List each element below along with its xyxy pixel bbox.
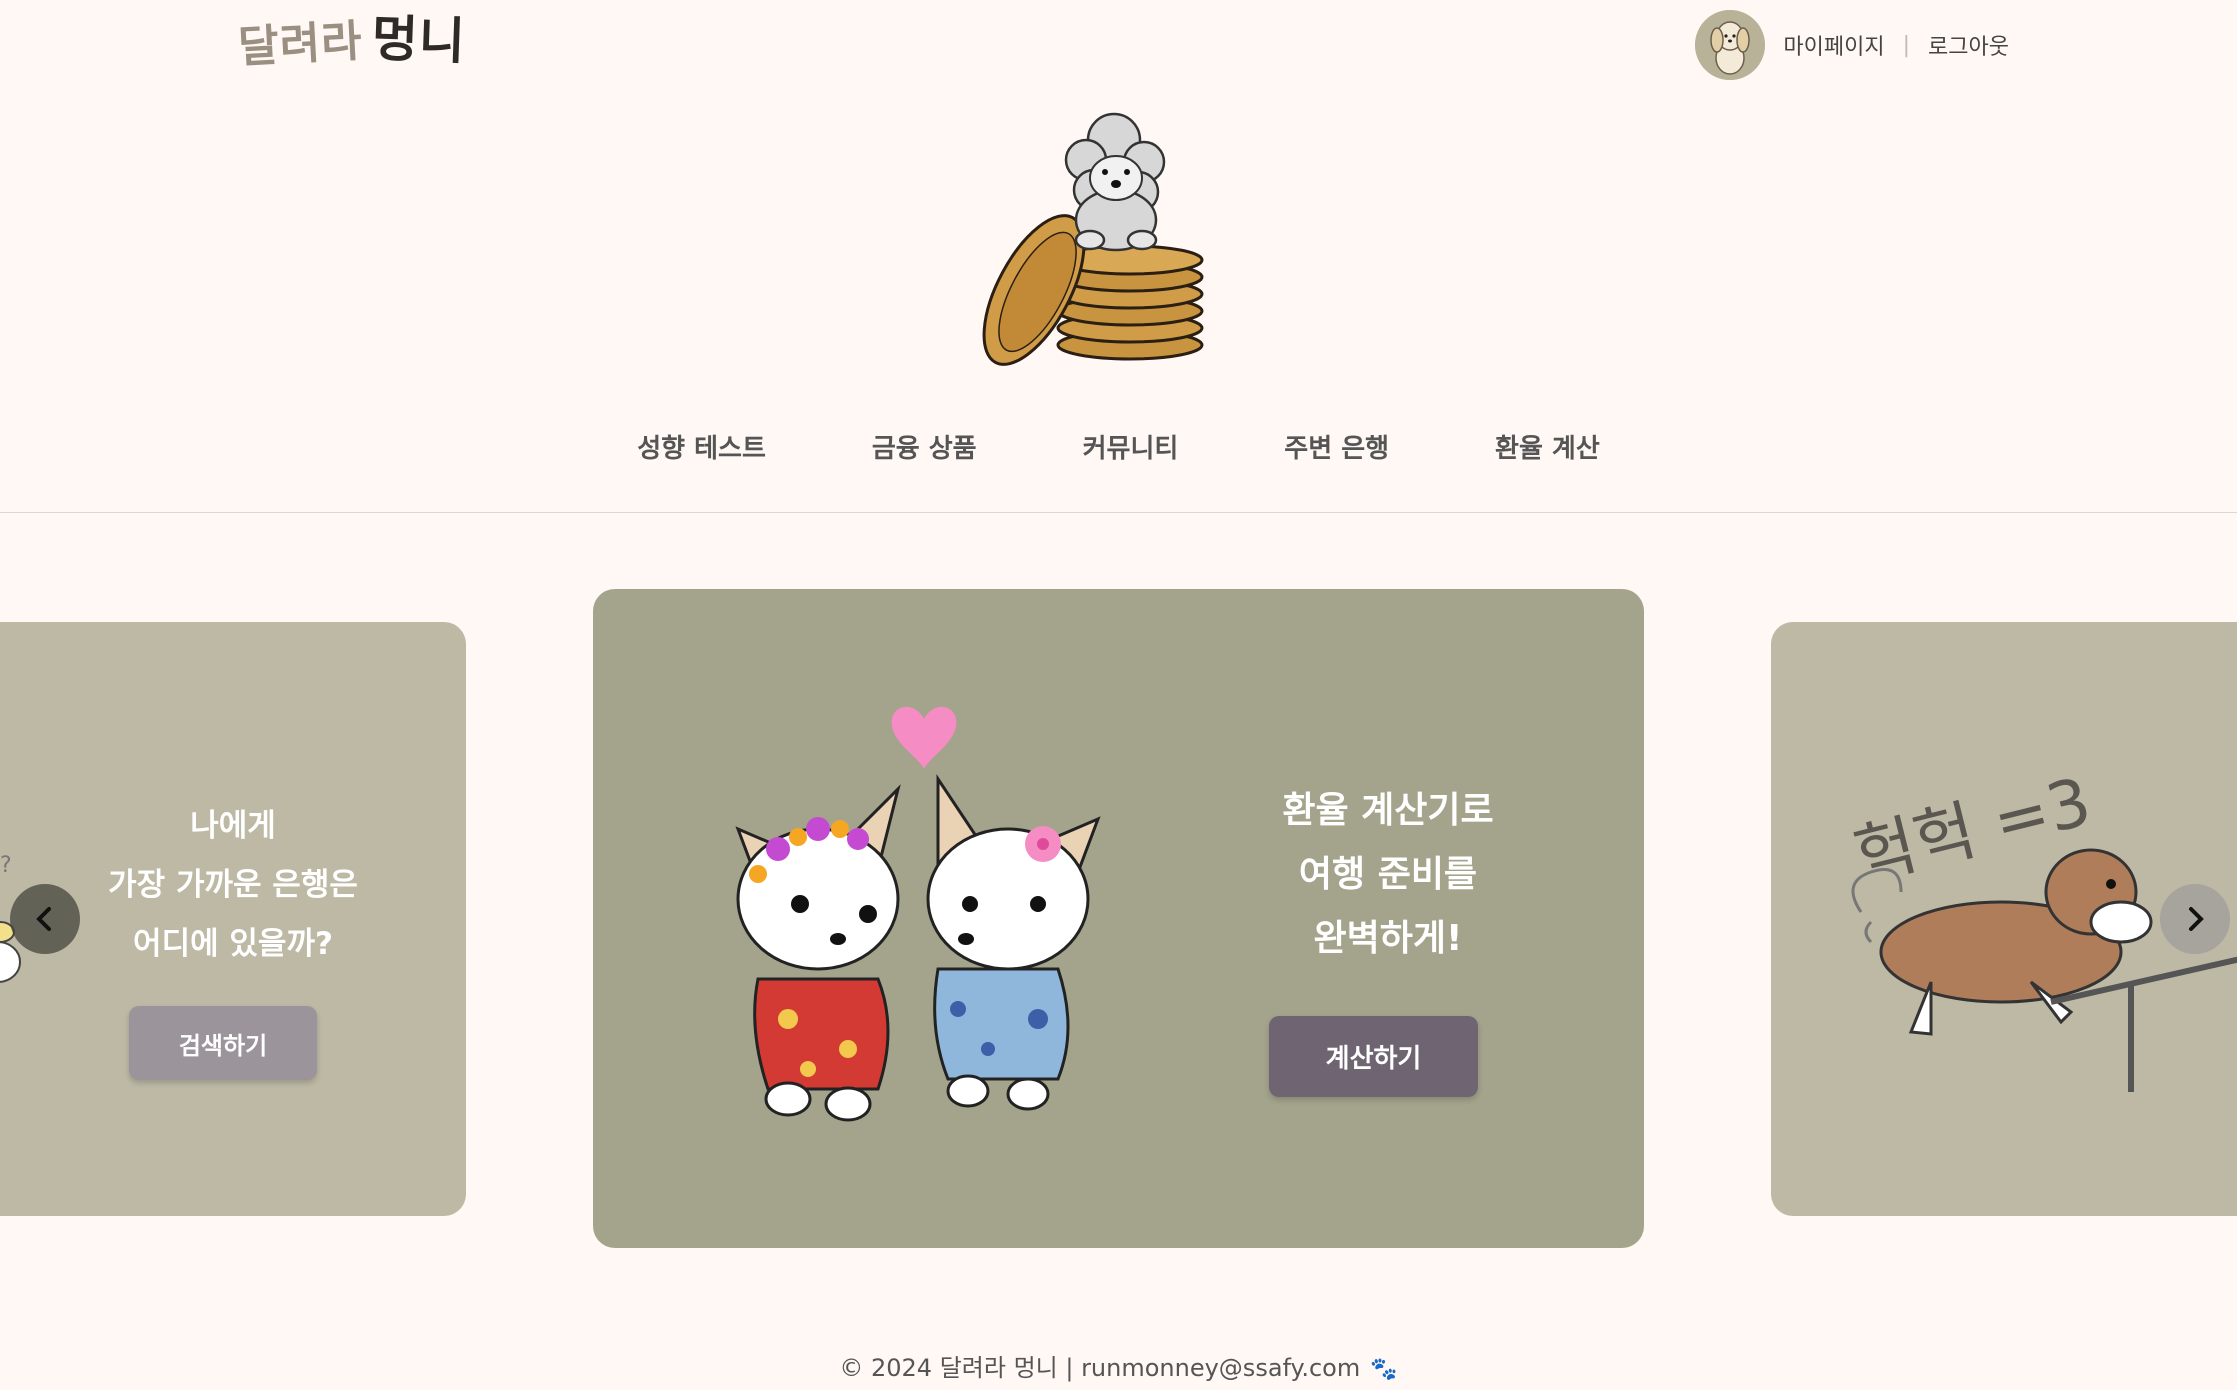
chevron-right-icon	[2189, 907, 2204, 931]
nav-item-personality-test[interactable]: 성향 테스트	[637, 424, 766, 469]
paw-icon: 🐾	[1370, 1357, 1398, 1382]
hero-illustration	[974, 100, 1230, 375]
nav-item-nearby-banks[interactable]: 주변 은행	[1284, 424, 1389, 469]
user-menu: 마이페이지 | 로그아웃	[1695, 8, 2009, 82]
footer-text: © 2024 달려라 멍니 | runmonney@ssafy.com	[839, 1354, 1361, 1382]
logo-text-part2: 멍니	[371, 9, 468, 71]
user-avatar[interactable]	[1695, 10, 1766, 80]
puppy-avatar-icon	[1695, 10, 1766, 80]
header-divider	[0, 512, 2237, 513]
dog-on-coins-illustration	[982, 112, 1204, 366]
page-footer: © 2024 달려라 멍니 | runmonney@ssafy.com 🐾	[0, 1348, 2237, 1383]
nav-item-financial-products[interactable]: 금융 상품	[872, 424, 977, 469]
search-button[interactable]: 검색하기	[129, 1006, 317, 1080]
carousel-next-button[interactable]	[2160, 884, 2230, 954]
menu-separator: |	[1902, 32, 1911, 58]
slide-heading: 환율 계산기로 여행 준비를 완벽하게!	[1282, 790, 1494, 959]
main-nav: 성향 테스트 금융 상품 커뮤니티 주변 은행 환율 계산	[0, 424, 2237, 469]
logo-text-part1: 달려라	[236, 15, 364, 74]
slide-heading: 나에게 가장 가까운 은행은 어디에 있을까?	[108, 808, 358, 962]
nav-item-exchange-rate[interactable]: 환율 계산	[1495, 424, 1600, 469]
carousel-slide-exchange: 환율 계산기로 여행 준비를 완벽하게! 계산하기	[593, 589, 1644, 1248]
site-logo[interactable]: 달려라 멍니	[237, 9, 467, 73]
two-chihuahuas-illustration	[735, 706, 1101, 1122]
logout-link[interactable]: 로그아웃	[1928, 29, 2009, 61]
chevron-left-icon	[36, 907, 51, 931]
calculate-button[interactable]: 계산하기	[1269, 1016, 1478, 1097]
mypage-link[interactable]: 마이페이지	[1783, 29, 1884, 61]
carousel-prev-button[interactable]	[10, 884, 80, 954]
nav-item-community[interactable]: 커뮤니티	[1083, 424, 1179, 469]
